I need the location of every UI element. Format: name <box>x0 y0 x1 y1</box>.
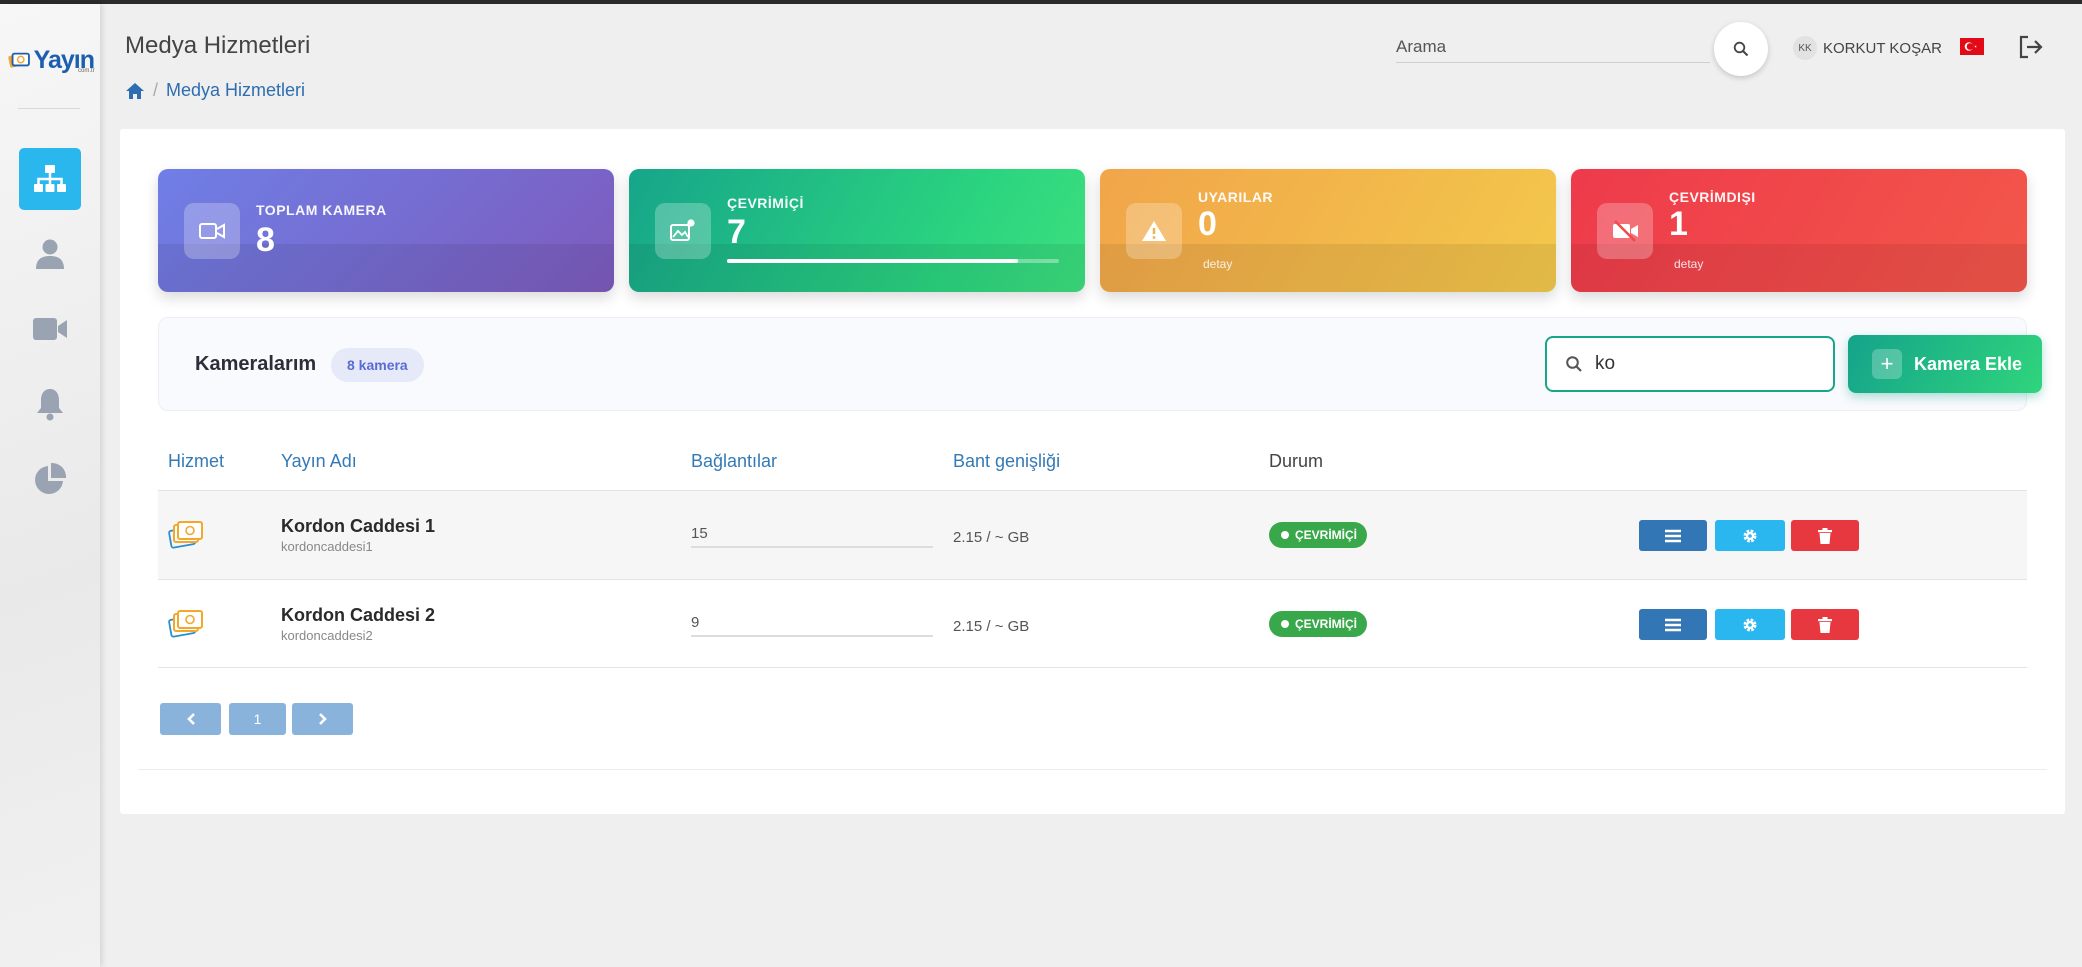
breadcrumb: / Medya Hizmetleri <box>125 80 305 101</box>
bandwidth-value: 2.15 / ~ GB <box>953 618 1030 635</box>
status-badge: ÇEVRİMİÇİ <box>1269 611 1368 637</box>
stream-slug: kordoncaddesi2 <box>281 628 373 643</box>
logo-icon <box>8 52 30 68</box>
service-logo-icon <box>168 608 208 647</box>
stat-value: 1 <box>1669 205 1688 243</box>
pagination-next-button[interactable] <box>292 703 353 735</box>
chevron-left-icon <box>186 713 195 725</box>
bell-icon <box>37 389 63 421</box>
main-panel: TOPLAM KAMERA 8 ÇEVRİMİÇİ 7 UYARILAR 0 d… <box>120 129 2065 814</box>
search-icon <box>1566 356 1582 372</box>
camera-filter-input[interactable]: ko <box>1545 336 1835 392</box>
logo-sub: com.tr <box>78 68 95 74</box>
pagination-page-1[interactable]: 1 <box>229 703 286 735</box>
stat-value: 8 <box>256 221 275 259</box>
column-header-connections[interactable]: Bağlantılar <box>691 451 777 472</box>
top-strip <box>0 0 2082 4</box>
stat-detail-link[interactable]: detay <box>1203 257 1232 271</box>
table-header: Hizmet Yayın Adı Bağlantılar Bant genişl… <box>120 451 2065 495</box>
table-row: Kordon Caddesi 2 kordoncaddesi2 9 2.15 /… <box>158 579 2027 668</box>
gear-icon <box>1743 618 1757 631</box>
image-online-icon <box>655 203 711 259</box>
table-row: Kordon Caddesi 1 kordoncaddesi1 15 2.15 … <box>158 490 2027 579</box>
stat-label: TOPLAM KAMERA <box>256 202 387 218</box>
list-icon <box>1665 529 1681 542</box>
online-progress-fill <box>727 259 1018 263</box>
settings-button[interactable] <box>1715 520 1785 551</box>
sidebar-item-notifications[interactable] <box>19 373 81 435</box>
user-name: KORKUT KOŞAR <box>1823 39 1942 57</box>
sidebar-item-cameras[interactable] <box>19 298 81 360</box>
add-camera-button[interactable]: + Kamera Ekle <box>1848 335 2042 393</box>
video-slash-icon <box>1597 203 1653 259</box>
add-camera-label: Kamera Ekle <box>1914 353 2023 374</box>
trash-icon <box>1818 527 1832 544</box>
plus-icon: + <box>1872 349 1902 379</box>
settings-button[interactable] <box>1715 609 1785 640</box>
warning-icon <box>1126 203 1182 259</box>
delete-button[interactable] <box>1791 609 1859 640</box>
details-button[interactable] <box>1639 520 1707 551</box>
stat-label: ÇEVRİMDIŞI <box>1669 189 1756 205</box>
sidebar-item-services[interactable] <box>19 148 81 210</box>
list-icon <box>1665 618 1681 631</box>
user-menu[interactable]: KK KORKUT KOŞAR <box>1793 36 1942 60</box>
video-camera-icon <box>184 203 240 259</box>
column-header-service[interactable]: Hizmet <box>168 451 224 472</box>
service-logo-icon <box>168 519 208 558</box>
camera-count-badge: 8 kamera <box>331 348 424 382</box>
footer-divider <box>138 769 2047 770</box>
breadcrumb-item-media-services[interactable]: Medya Hizmetleri <box>166 80 305 101</box>
online-progress-bar <box>727 259 1059 263</box>
trash-icon <box>1818 616 1832 633</box>
bandwidth-value: 2.15 / ~ GB <box>953 529 1030 546</box>
stream-slug: kordoncaddesi1 <box>281 539 373 554</box>
breadcrumb-separator: / <box>153 80 159 100</box>
avatar: KK <box>1793 36 1817 60</box>
search-button[interactable] <box>1714 22 1768 76</box>
sidebar: Yayın com.tr <box>0 4 100 967</box>
column-header-status: Durum <box>1269 451 1324 471</box>
pie-chart-icon <box>35 462 67 494</box>
stream-name[interactable]: Kordon Caddesi 1 <box>281 516 435 537</box>
home-icon[interactable] <box>125 82 145 100</box>
stat-value: 0 <box>1198 205 1217 243</box>
stat-card-offline[interactable]: ÇEVRİMDIŞI 1 detay <box>1571 169 2027 292</box>
stat-detail-link[interactable]: detay <box>1674 257 1703 271</box>
camera-filter-value: ko <box>1595 353 1616 374</box>
chevron-right-icon <box>318 713 327 725</box>
connections-value: 15 <box>691 525 933 548</box>
gear-icon <box>1743 529 1757 542</box>
stat-label: ÇEVRİMİÇİ <box>727 195 804 211</box>
sidebar-item-reports[interactable] <box>19 448 81 510</box>
sidebar-divider <box>18 108 80 109</box>
video-camera-icon <box>33 318 67 340</box>
status-badge: ÇEVRİMİÇİ <box>1269 522 1368 548</box>
delete-button[interactable] <box>1791 520 1859 551</box>
cameras-toolbar: Kameralarım 8 kamera ko + Kamera Ekle <box>158 317 2042 411</box>
stat-label: UYARILAR <box>1198 189 1274 205</box>
sidebar-item-users[interactable] <box>19 223 81 285</box>
stat-card-total[interactable]: TOPLAM KAMERA 8 <box>158 169 614 292</box>
column-header-bandwidth[interactable]: Bant genişliği <box>953 451 1060 472</box>
stat-card-online[interactable]: ÇEVRİMİÇİ 7 <box>629 169 1085 292</box>
logout-icon[interactable] <box>2018 35 2044 64</box>
stat-card-warnings[interactable]: UYARILAR 0 detay <box>1100 169 1556 292</box>
stream-name[interactable]: Kordon Caddesi 2 <box>281 605 435 626</box>
column-header-stream-name[interactable]: Yayın Adı <box>281 451 357 472</box>
details-button[interactable] <box>1639 609 1707 640</box>
stat-value: 7 <box>727 213 746 251</box>
user-icon <box>36 239 64 269</box>
page-title: Medya Hizmetleri <box>125 32 311 59</box>
search-input[interactable]: Arama <box>1396 33 1710 63</box>
search-icon <box>1733 41 1749 57</box>
pagination-prev-button[interactable] <box>160 703 221 735</box>
sitemap-icon <box>34 165 66 192</box>
logo[interactable]: Yayın com.tr <box>8 40 95 80</box>
turkey-flag-icon[interactable] <box>1960 38 1984 55</box>
connections-value: 9 <box>691 614 933 637</box>
cameras-title: Kameralarım <box>195 353 317 375</box>
